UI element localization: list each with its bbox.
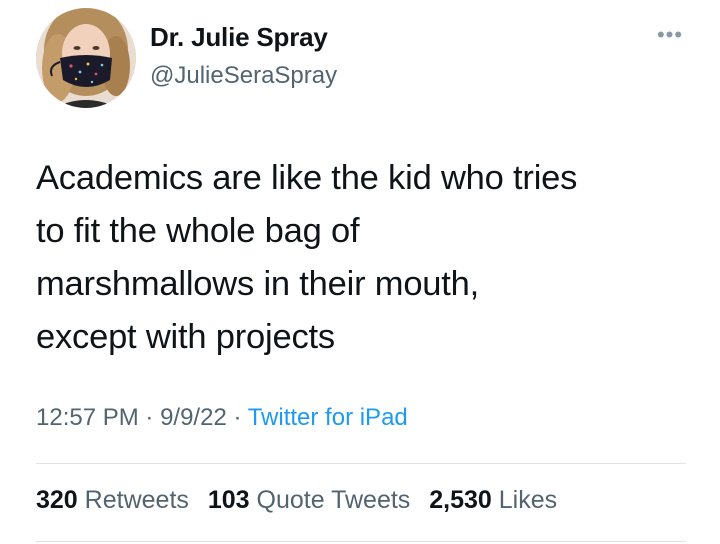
tweet-text: Academics are like the kid who tries to … — [36, 152, 696, 364]
tweet-text-line: except with projects — [36, 318, 335, 356]
likes-stat[interactable]: 2,530 Likes — [429, 486, 557, 514]
tweet-text-line: Academics are like the kid who tries — [36, 159, 578, 197]
likes-count: 2,530 — [429, 486, 492, 514]
quote-tweets-label: Quote Tweets — [256, 486, 411, 514]
author-display-name[interactable]: Dr. Julie Spray — [150, 22, 328, 53]
author-handle[interactable]: @JulieSeraSpray — [150, 62, 337, 90]
meta-separator: · — [138, 404, 161, 431]
tweet-text-line: to fit the whole bag of — [36, 212, 360, 250]
retweets-label: Retweets — [84, 486, 189, 514]
retweets-stat[interactable]: 320 Retweets — [36, 486, 189, 514]
meta-separator: · — [226, 404, 248, 431]
tweet-text-line: marshmallows in their mouth, — [36, 265, 480, 303]
divider — [36, 463, 686, 464]
engagement-stats: 320 Retweets 103 Quote Tweets 2,530 Like… — [36, 486, 569, 515]
divider — [36, 541, 686, 542]
tweet-card: Dr. Julie Spray @JulieSeraSpray ••• Acad… — [0, 0, 720, 544]
tweet-source-link[interactable]: Twitter for iPad — [248, 404, 408, 431]
likes-label: Likes — [498, 486, 558, 514]
quote-tweets-count: 103 — [207, 486, 250, 514]
more-options-icon[interactable]: ••• — [655, 24, 685, 46]
tweet-metadata: 12:57 PM · 9/9/22 · Twitter for iPad — [36, 404, 408, 432]
tweet-date[interactable]: 9/9/22 — [160, 404, 227, 431]
quote-tweets-stat[interactable]: 103 Quote Tweets — [208, 486, 410, 514]
tweet-time[interactable]: 12:57 PM — [36, 404, 139, 431]
avatar[interactable] — [36, 8, 136, 108]
avatar-image — [36, 8, 136, 108]
retweets-count: 320 — [36, 486, 78, 514]
